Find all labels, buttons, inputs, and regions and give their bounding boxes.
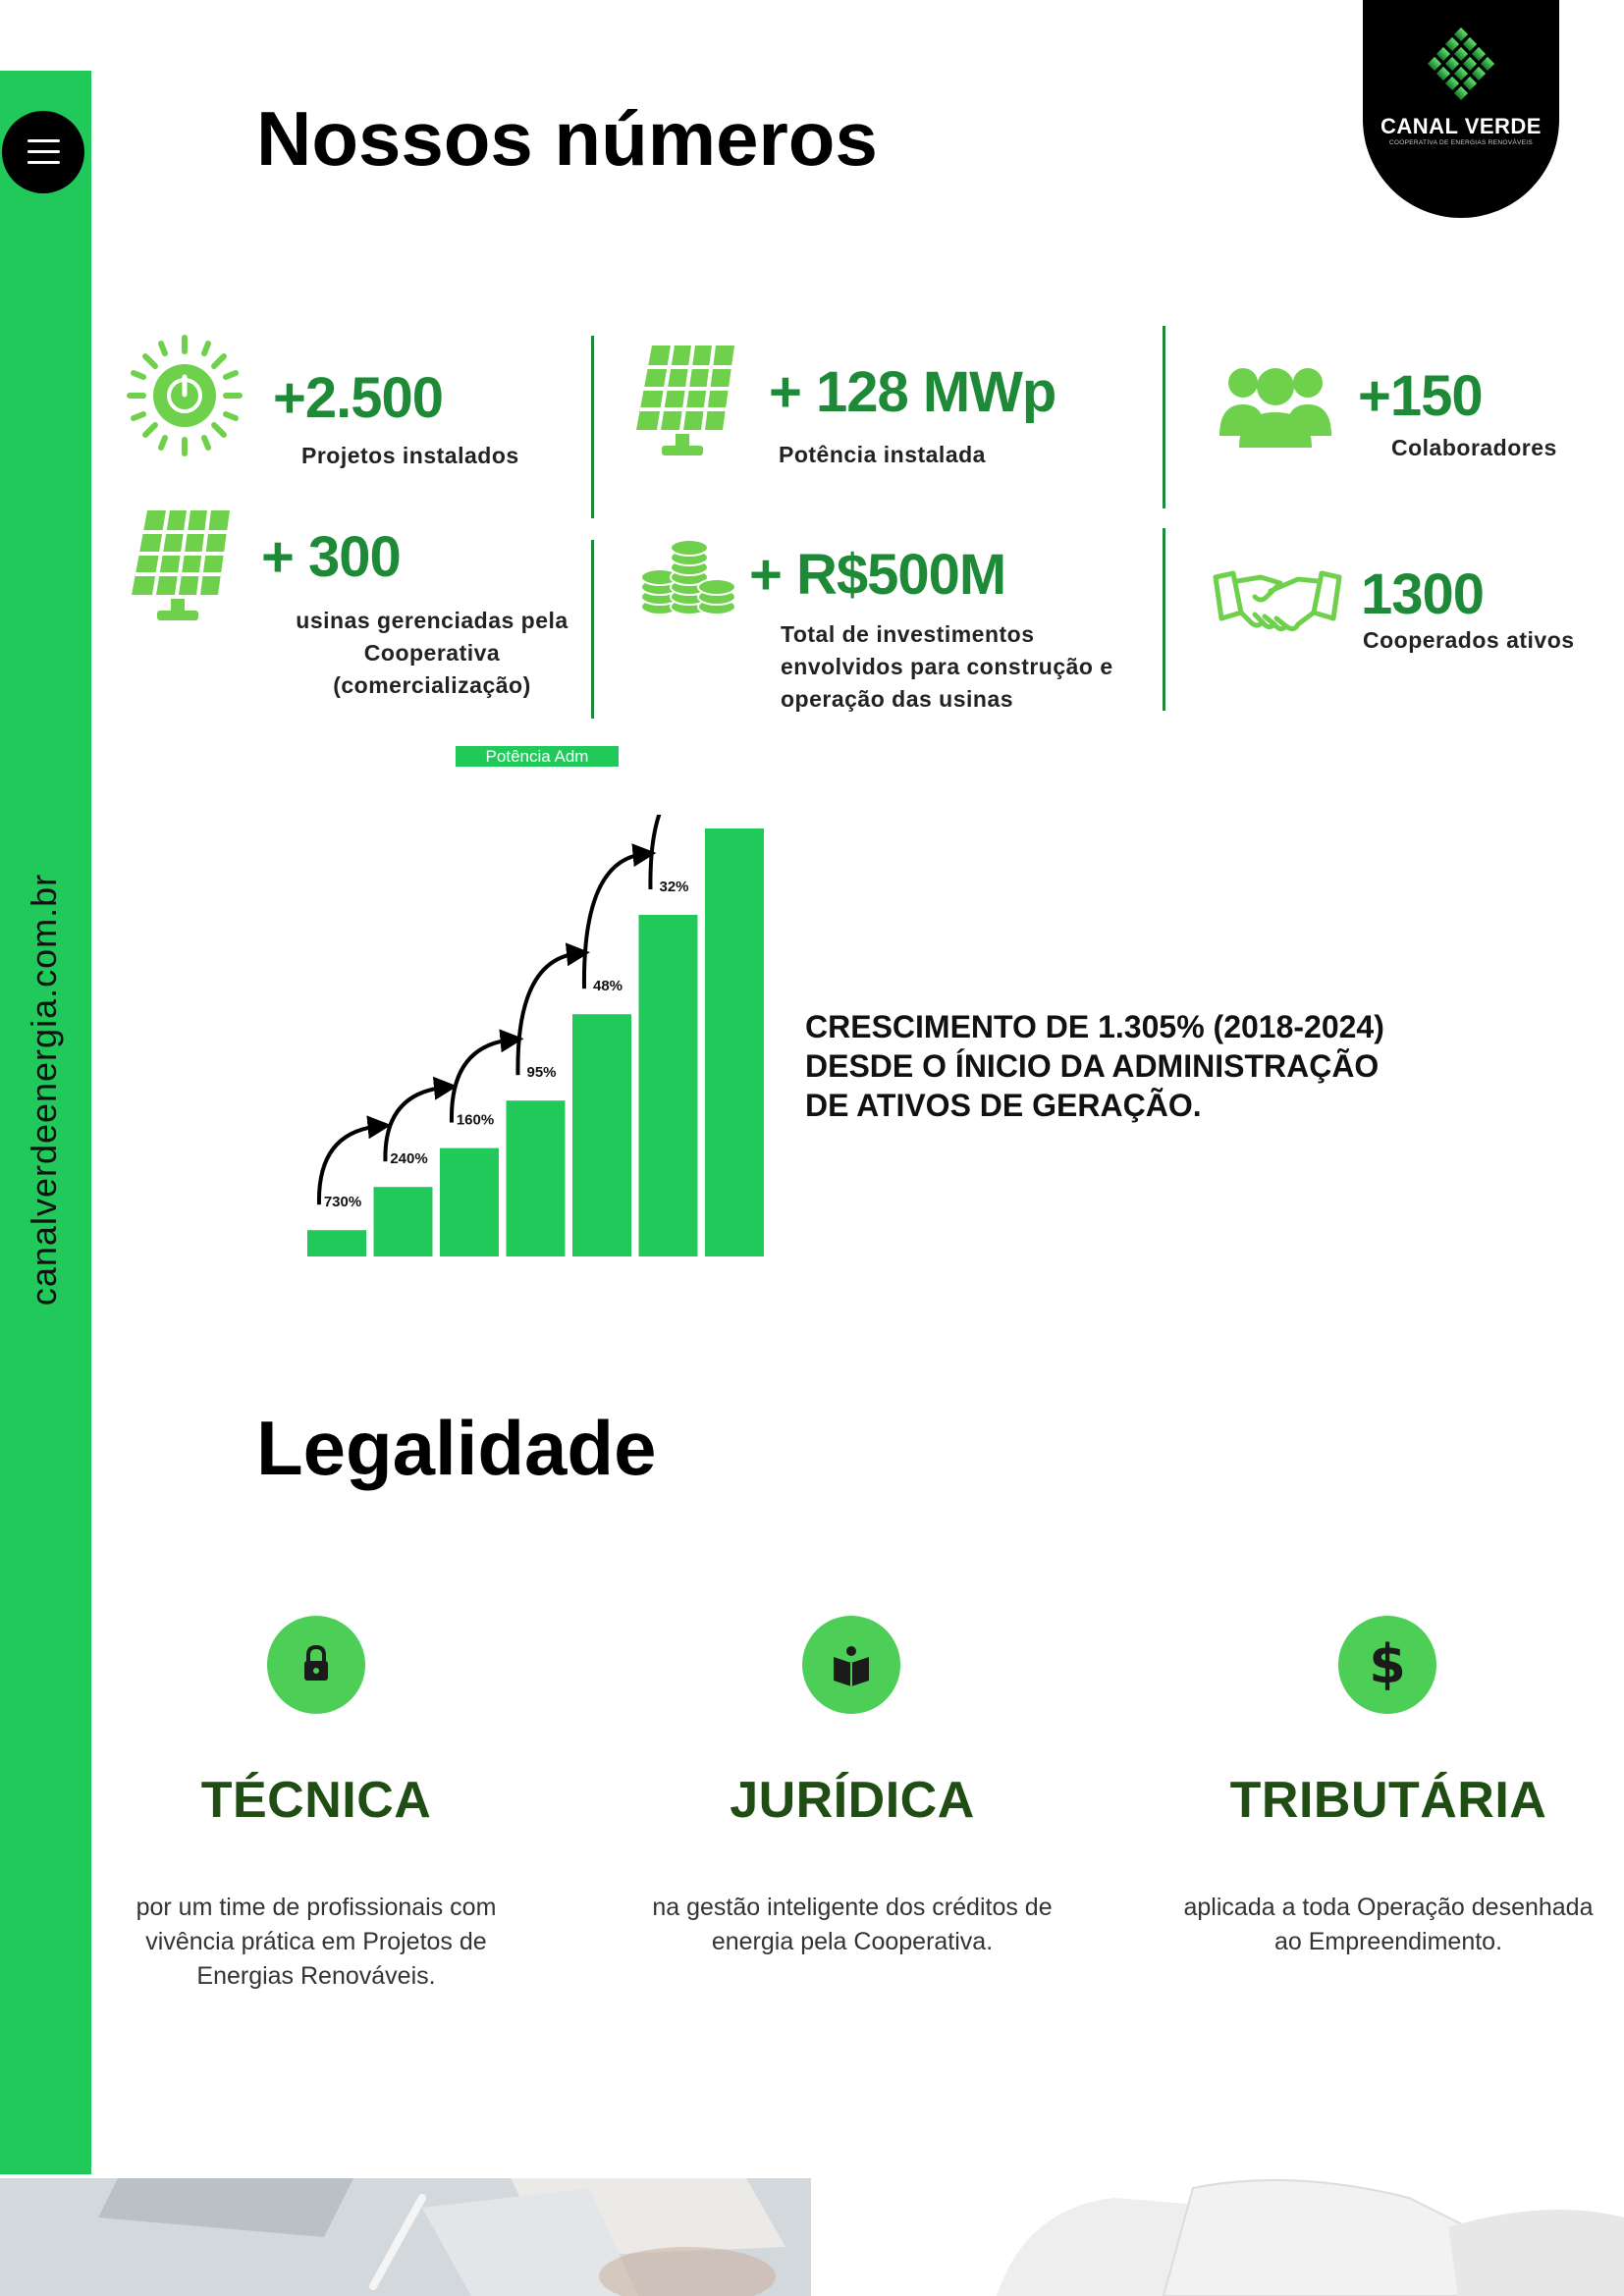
stat-label: usinas gerenciadas pela Cooperativa (com… xyxy=(296,608,568,698)
growth-label: 32% xyxy=(659,879,688,895)
chart-bar xyxy=(705,828,764,1256)
stat-value: + 300 xyxy=(261,525,402,589)
legal-item-desc: na gestão inteligente dos créditos de en… xyxy=(652,1894,1053,1955)
chart-bar xyxy=(572,1014,631,1256)
growth-arrow xyxy=(515,942,590,1076)
chart-bar xyxy=(638,915,698,1256)
solar-panel-icon xyxy=(132,509,230,620)
logo-name: CANAL VERDE xyxy=(1380,114,1542,138)
potencia-adm-pill: Potência Adm xyxy=(456,746,619,767)
growth-label: 730% xyxy=(324,1194,361,1210)
chart-bar xyxy=(307,1230,366,1256)
stat-value: +2.500 xyxy=(273,366,444,430)
stat-value: +150 xyxy=(1358,364,1484,428)
legal-item-desc: aplicada a toda Operação desenhada ao Em… xyxy=(1183,1894,1594,1955)
stat-label: Projetos instalados xyxy=(301,443,519,468)
receipt-photo xyxy=(997,2178,1624,2296)
numbers-title: Nossos números xyxy=(256,95,878,182)
growth-line: CRESCIMENTO DE 1.305% (2018-2024) xyxy=(805,1009,1384,1044)
hamburger-menu-icon[interactable] xyxy=(2,111,84,193)
sun-power-icon xyxy=(127,335,243,456)
growth-bar-chart: 730% 240% 160% 95% 48% 32% xyxy=(307,815,764,1256)
logo-diamond-icon xyxy=(1427,27,1495,101)
legal-item-title: TÉCNICA xyxy=(200,1772,432,1829)
solar-panel-icon xyxy=(636,345,734,455)
book-icon xyxy=(802,1616,900,1714)
growth-arrow xyxy=(449,1029,524,1123)
stat-label: Colaboradores xyxy=(1391,435,1557,460)
legal-title: Legalidade xyxy=(256,1405,657,1491)
chart-bar xyxy=(506,1100,566,1256)
handshake-icon xyxy=(1213,570,1342,632)
growth-text: CRESCIMENTO DE 1.305% (2018-2024) DESDE … xyxy=(805,1007,1384,1125)
stat-label: Total de investimentos envolvidos para c… xyxy=(781,621,1113,712)
divider xyxy=(591,336,594,518)
logo: CANAL VERDE COOPERATIVA DE ENERGIAS RENO… xyxy=(1363,0,1559,218)
stat-label: Cooperados ativos xyxy=(1363,627,1575,653)
logo-tagline: COOPERATIVA DE ENERGIAS RENOVÁVEIS xyxy=(1388,139,1534,146)
svg-text:$: $ xyxy=(1369,1633,1406,1695)
site-url[interactable]: canalverdeenergia.com.br xyxy=(24,874,65,1306)
growth-arrow xyxy=(316,1115,392,1205)
divider xyxy=(1163,326,1165,508)
people-group-icon xyxy=(1219,368,1331,448)
stat-value: + 128 MWp xyxy=(769,360,1056,424)
coin-stacks-icon xyxy=(640,539,736,615)
legal-item-title: TRIBUTÁRIA xyxy=(1229,1772,1547,1829)
growth-label: 160% xyxy=(457,1112,494,1129)
stat-value: + R$500M xyxy=(749,543,1006,607)
dollar-icon: $ xyxy=(1338,1616,1436,1714)
stat-label: Potência instalada xyxy=(779,442,986,467)
desk-photo xyxy=(0,2178,811,2296)
growth-line: DE ATIVOS DE GERAÇÃO. xyxy=(805,1088,1202,1123)
legal-item-title: JURÍDICA xyxy=(730,1772,975,1829)
divider xyxy=(591,540,594,719)
growth-arrow xyxy=(581,843,657,989)
growth-label: 48% xyxy=(593,978,623,994)
stat-value: 1300 xyxy=(1361,562,1485,626)
divider xyxy=(1163,528,1165,711)
chart-bar xyxy=(373,1187,433,1256)
growth-line: DESDE O ÍNICIO DA ADMINISTRAÇÃO xyxy=(805,1048,1380,1084)
chart-bar xyxy=(440,1148,499,1256)
lock-icon xyxy=(267,1616,365,1714)
growth-label: 240% xyxy=(390,1150,427,1167)
legal-item-desc: por um time de profissionais com vivênci… xyxy=(135,1894,497,1990)
growth-label: 95% xyxy=(526,1064,556,1081)
